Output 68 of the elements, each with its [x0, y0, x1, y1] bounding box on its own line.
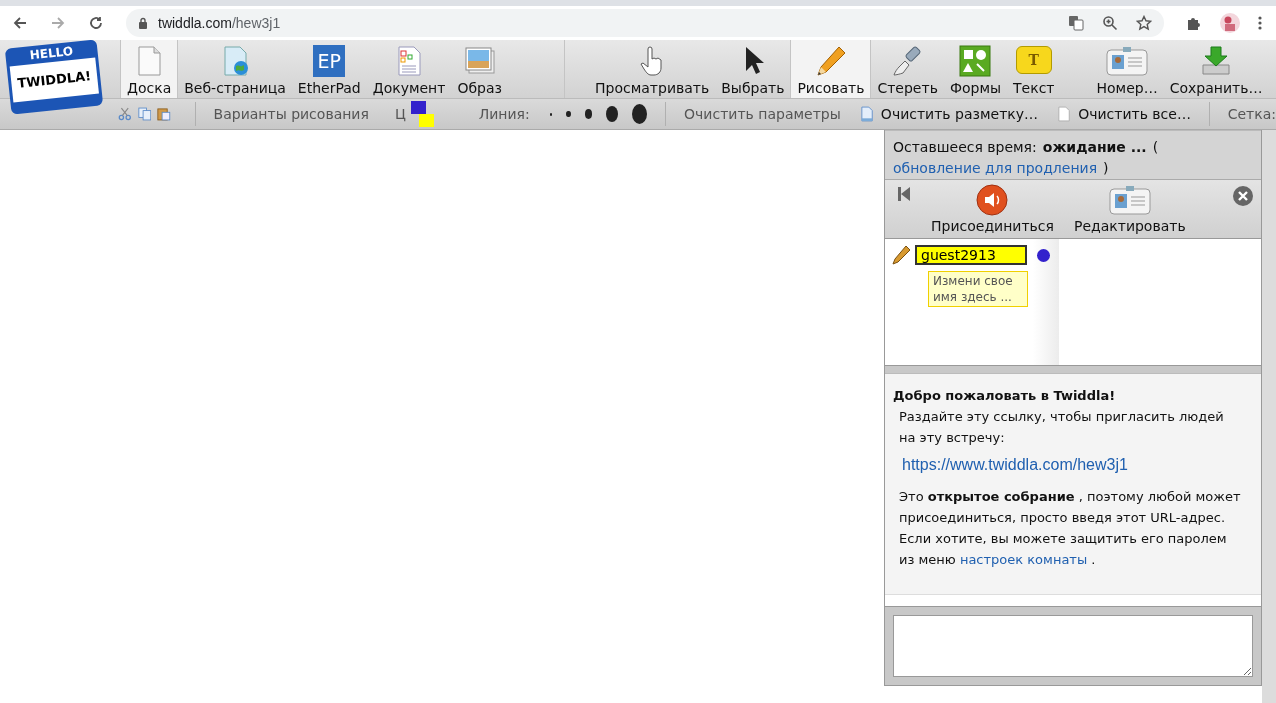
back-icon[interactable]: [12, 15, 28, 31]
welcome-title: Добро пожаловать в Twiddla!: [893, 388, 1117, 403]
line-width-option[interactable]: [632, 104, 648, 124]
eraser-icon: [891, 45, 924, 77]
grid-label[interactable]: Сетка:: [1227, 106, 1276, 122]
tool-button[interactable]: Просматривать: [589, 40, 716, 98]
chat-input[interactable]: [893, 615, 1253, 677]
avatar-icon[interactable]: [1220, 13, 1240, 33]
address-bar[interactable]: twiddla.com/hew3j1: [126, 9, 1164, 37]
speaker-icon: [976, 184, 1009, 216]
tool-button[interactable]: Доска: [120, 40, 179, 98]
download-icon: [1200, 45, 1233, 77]
document-icon: [860, 104, 873, 124]
clear-options-button[interactable]: Очистить параметры: [684, 106, 841, 122]
line-width-option[interactable]: [606, 106, 619, 122]
tool-button[interactable]: Образ: [451, 40, 508, 98]
color-swatch[interactable]: [410, 101, 426, 114]
lock-icon: [138, 17, 148, 29]
tool-button[interactable]: Выбрать: [715, 40, 791, 98]
translate-icon[interactable]: [1068, 15, 1084, 31]
tool-button[interactable]: Номер…: [1090, 40, 1164, 98]
tool-button[interactable]: Рисовать: [790, 40, 872, 98]
invite-text: Раздайте эту ссылку, чтобы пригласить людей на эту встречу:: [899, 408, 1225, 447]
puzzle-icon[interactable]: [1186, 15, 1202, 31]
paren-open: (: [1152, 138, 1159, 157]
speech-bubble-icon: T: [1015, 46, 1052, 74]
id-card-icon: [1105, 45, 1150, 77]
tool-button[interactable]: T Текст: [1007, 40, 1061, 98]
close-icon[interactable]: [1233, 186, 1253, 206]
color-label: Ц: [394, 106, 406, 122]
info-paragraph: Это открытое собрание , поэтому любой может присоединиться, просто введя этот URL-адрес. Если хотите, вы можете защитить его паролем из меню настроек комнаты .: [899, 488, 1242, 569]
drawing-options-label[interactable]: Варианты рисования: [213, 106, 369, 122]
tool-button[interactable]: Сохранить…: [1163, 40, 1269, 98]
room-settings-link[interactable]: настроек комнаты: [959, 552, 1088, 567]
zoom-icon[interactable]: [1102, 15, 1118, 31]
line-label: Линия:: [478, 106, 530, 122]
tool-button[interactable]: EP EtherPad: [291, 40, 367, 98]
pencil-icon: [814, 45, 847, 77]
tool-button[interactable]: Стереть: [871, 40, 944, 98]
join-audio-button[interactable]: Присоединиться: [931, 184, 1054, 234]
pencil-icon: [891, 245, 911, 265]
reload-icon[interactable]: [88, 15, 104, 31]
color-swatch[interactable]: [418, 114, 434, 127]
invite-link[interactable]: https://www.twiddla.com/hew3j1: [902, 456, 1253, 474]
copy-icon[interactable]: [137, 105, 152, 123]
image-icon: [463, 45, 496, 77]
edit-profile-button[interactable]: Редактировать: [1073, 184, 1186, 234]
tooltip: Измени свое имя здесь ...: [928, 271, 1028, 307]
collapse-icon[interactable]: [897, 187, 911, 201]
line-width-option[interactable]: [584, 109, 593, 119]
tool-button[interactable]: Документ: [366, 40, 452, 98]
id-card-icon: [1107, 184, 1152, 216]
time-value: ожидание ...: [1042, 138, 1147, 157]
username-field[interactable]: guest2913: [915, 245, 1027, 265]
clear-all-button[interactable]: Очистить все…: [1078, 106, 1191, 122]
paren-close: ): [1103, 159, 1109, 178]
menu-icon[interactable]: [1258, 15, 1262, 31]
document-icon: [1058, 104, 1071, 124]
shapes-icon: [959, 45, 992, 77]
time-label: Оставшееся время:: [893, 138, 1037, 157]
clear-markup-button[interactable]: Очистить разметку…: [880, 106, 1039, 122]
paste-icon[interactable]: [157, 105, 171, 123]
tool-button[interactable]: Формы: [943, 40, 1007, 98]
tool-button[interactable]: Веб-страница: [178, 40, 292, 98]
line-width-option[interactable]: [566, 111, 571, 117]
ep-icon: EP: [313, 45, 346, 77]
renew-link[interactable]: обновление для продления: [893, 158, 1098, 179]
star-icon[interactable]: [1136, 15, 1152, 31]
